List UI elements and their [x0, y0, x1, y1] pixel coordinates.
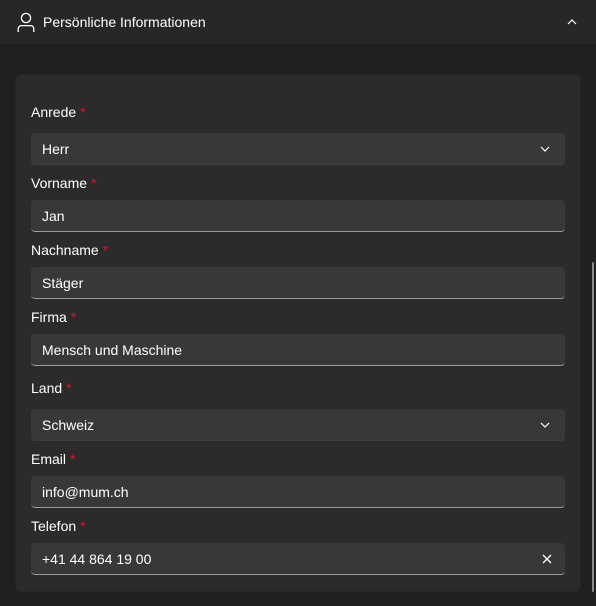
required-marker: *: [91, 175, 97, 191]
person-icon: [17, 12, 35, 32]
telefon-label: Telefon *: [31, 518, 86, 534]
email-label: Email *: [31, 451, 76, 467]
required-marker: *: [70, 451, 76, 467]
land-select[interactable]: Schweiz: [31, 409, 565, 441]
vertical-scrollbar[interactable]: [592, 262, 594, 592]
nachname-label: Nachname *: [31, 242, 109, 258]
required-marker: *: [66, 380, 72, 396]
settings-page: Persönliche Informationen Anrede * Herr V…: [0, 0, 596, 606]
vorname-input[interactable]: Jan: [31, 200, 565, 232]
email-value: info@mum.ch: [42, 484, 129, 500]
telefon-value: +41 44 864 19 00: [42, 551, 152, 567]
chevron-down-icon: [540, 422, 550, 428]
anrede-label: Anrede *: [31, 104, 86, 120]
chevron-up-icon[interactable]: [566, 16, 578, 28]
chevron-down-icon: [540, 146, 550, 152]
telefon-input[interactable]: +41 44 864 19 00: [31, 543, 565, 575]
section-title: Persönliche Informationen: [43, 14, 206, 30]
firma-value: Mensch und Maschine: [42, 342, 183, 358]
email-input[interactable]: info@mum.ch: [31, 476, 565, 508]
required-marker: *: [80, 518, 86, 534]
firma-input[interactable]: Mensch und Maschine: [31, 334, 565, 366]
firma-label: Firma *: [31, 309, 77, 325]
required-marker: *: [80, 104, 86, 120]
required-marker: *: [102, 242, 109, 258]
vorname-value: Jan: [42, 208, 65, 224]
anrede-value: Herr: [42, 141, 70, 157]
clear-icon[interactable]: [541, 553, 553, 565]
personal-info-expander-header[interactable]: Persönliche Informationen: [0, 0, 596, 45]
land-value: Schweiz: [42, 417, 95, 433]
required-marker: *: [70, 309, 77, 325]
vorname-label: Vorname *: [31, 175, 97, 191]
nachname-value: Stäger: [42, 275, 84, 291]
land-label: Land *: [31, 380, 72, 396]
nachname-input[interactable]: Stäger: [31, 267, 565, 299]
anrede-select[interactable]: Herr: [31, 133, 565, 165]
